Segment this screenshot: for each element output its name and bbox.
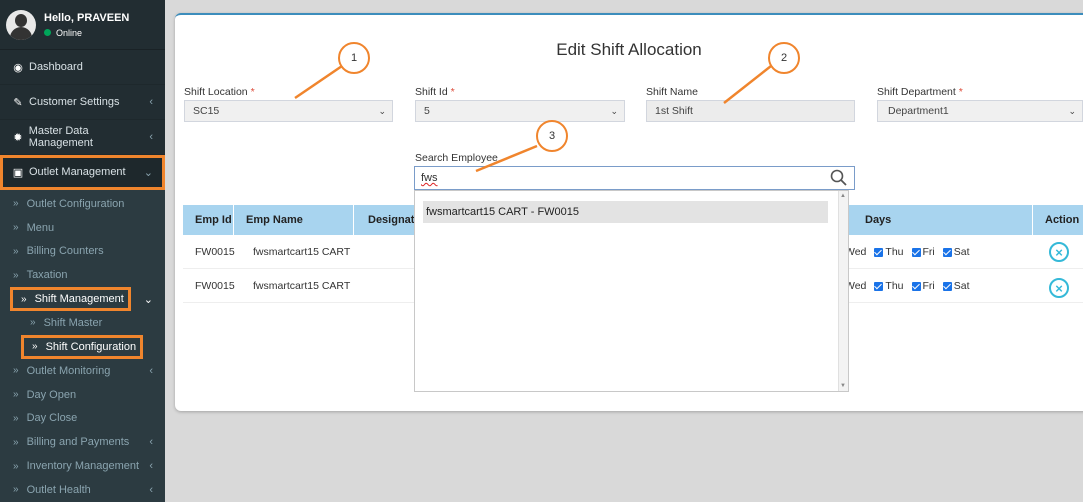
edit-shift-allocation-card: Edit Shift Allocation Shift Location * S… [175,13,1083,411]
sidebar-item-menu[interactable]: » Menu [0,216,165,240]
chevron-down-icon: ⌄ [143,166,153,179]
day-sat[interactable]: Sat [942,280,970,292]
chevron-down-icon: ⌄ [378,106,386,116]
user-panel: Hello, PRAVEEN Online [0,0,165,50]
day-fri[interactable]: Fri [911,280,935,292]
double-chevron-icon: » [13,269,19,281]
sidebar-item-day-open[interactable]: » Day Open [0,383,165,407]
scroll-down-icon[interactable]: ▼ [840,383,846,389]
sidebar-item-shift-management[interactable]: » Shift Management ⌄ [0,287,165,312]
double-chevron-icon: » [13,412,19,424]
chevron-down-icon: ⌄ [143,293,153,306]
emp-id-cell: FW0015 [195,246,235,258]
emp-name-cell: fwsmartcart15 CART [253,280,351,292]
day-sat[interactable]: Sat [942,246,970,258]
checkbox-checked-icon[interactable] [874,247,884,257]
day-thu[interactable]: Thu [874,246,904,258]
chevron-left-icon: ‹ [149,131,153,143]
day-thu[interactable]: Thu [874,280,904,292]
shift-id-select[interactable]: 5 ⌄ [415,100,625,122]
dropdown-scrollbar[interactable]: ▲ ▼ [838,191,848,391]
double-chevron-icon: » [21,293,27,305]
sidebar-item-dashboard[interactable]: ◉ Dashboard [0,50,165,85]
sidebar-item-billing-counters[interactable]: » Billing Counters [0,240,165,264]
th-emp-id: Emp Id [183,205,234,235]
sidebar-item-customer-settings[interactable]: ✎ Customer Settings ‹ [0,85,165,120]
shift-name-field[interactable]: 1st Shift [646,100,855,122]
sidebar-item-outlet-management[interactable]: ▣ Outlet Management ⌄ [0,155,165,190]
chevron-left-icon: ‹ [149,96,153,108]
sidebar-item-outlet-monitoring[interactable]: » Outlet Monitoring ‹ [0,359,165,383]
chevron-left-icon: ‹ [149,483,153,496]
checkbox-checked-icon[interactable] [911,247,921,257]
days-cell: Wed Thu Fri Sat [845,269,978,303]
sidebar-item-outlet-health[interactable]: » Outlet Health ‹ [0,478,165,502]
checkbox-checked-icon[interactable] [942,281,952,291]
sidebar-item-shift-master[interactable]: » Shift Master [0,311,165,335]
shift-location-label: Shift Location * [184,86,255,98]
checkbox-checked-icon[interactable] [942,247,952,257]
callout-1: 1 [338,42,370,74]
store-icon: ▣ [12,166,24,179]
double-chevron-icon: » [32,341,38,353]
sidebar-item-day-close[interactable]: » Day Close [0,407,165,431]
emp-id-cell: FW0015 [195,280,235,292]
checkbox-checked-icon[interactable] [874,281,884,291]
suggestion-item[interactable]: fwsmartcart15 CART - FW0015 [423,201,828,223]
chevron-left-icon: ‹ [149,436,153,449]
wrench-icon: ✎ [13,96,23,109]
chevron-down-icon: ⌄ [1068,106,1076,116]
double-chevron-icon: » [13,198,19,210]
scroll-up-icon[interactable]: ▲ [840,193,846,199]
double-chevron-icon: » [13,245,19,257]
double-chevron-icon: » [13,460,19,472]
search-icon[interactable] [830,169,848,190]
double-chevron-icon: » [13,222,19,234]
sidebar-item-outlet-configuration[interactable]: » Outlet Configuration [0,192,165,216]
search-employee-label: Search Employee [415,152,498,164]
sidebar-item-shift-configuration[interactable]: » Shift Configuration [0,334,165,359]
search-employee-input[interactable]: fws [414,166,855,190]
outlet-management-submenu: » Outlet Configuration » Menu » Billing Cou… [0,190,165,502]
double-chevron-icon: » [13,484,19,496]
remove-row-icon[interactable]: × [1049,242,1069,262]
day-fri[interactable]: Fri [911,246,935,258]
remove-row-icon[interactable]: × [1049,278,1069,298]
callout-3: 3 [536,120,568,152]
sidebar-item-billing-and-payments[interactable]: » Billing and Payments ‹ [0,430,165,454]
days-cell: Wed Thu Fri Sat [845,235,978,269]
shift-department-label: Shift Department * [877,86,963,98]
th-emp-name: Emp Name [234,205,354,235]
shift-id-label: Shift Id * [415,86,455,98]
shift-name-label: Shift Name [646,86,698,98]
dashboard-icon: ◉ [13,61,23,74]
th-days: Days [863,205,1033,235]
avatar [6,9,36,40]
user-status: Online [44,28,129,38]
double-chevron-icon: » [13,436,19,448]
online-dot-icon [44,29,51,36]
checkbox-checked-icon[interactable] [911,281,921,291]
double-chevron-icon: » [13,389,19,401]
callout-2: 2 [768,42,800,74]
sidebar-item-taxation[interactable]: » Taxation [0,263,165,287]
user-greeting: Hello, PRAVEEN [44,11,130,24]
chevron-left-icon: ‹ [149,364,153,377]
gear-icon: ✹ [13,131,23,144]
chevron-left-icon: ‹ [149,460,153,473]
double-chevron-icon: » [13,365,19,377]
page-title: Edit Shift Allocation [556,40,702,59]
employee-suggestions-dropdown: fwsmartcart15 CART - FW0015 ▲ ▼ [414,190,849,392]
sidebar-item-master-data-management[interactable]: ✹ Master Data Management ‹ [0,120,165,155]
emp-name-cell: fwsmartcart15 CART [253,246,351,258]
double-chevron-icon: » [30,317,36,329]
shift-department-select[interactable]: Department1 ⌄ [877,100,1083,122]
sidebar: Hello, PRAVEEN Online ◉ Dashboard ✎ Cust… [0,0,165,502]
th-action: Action [1045,214,1080,226]
shift-location-select[interactable]: SC15 ⌄ [184,100,393,122]
chevron-down-icon: ⌄ [610,106,618,116]
sidebar-item-inventory-management[interactable]: » Inventory Management ‹ [0,454,165,478]
